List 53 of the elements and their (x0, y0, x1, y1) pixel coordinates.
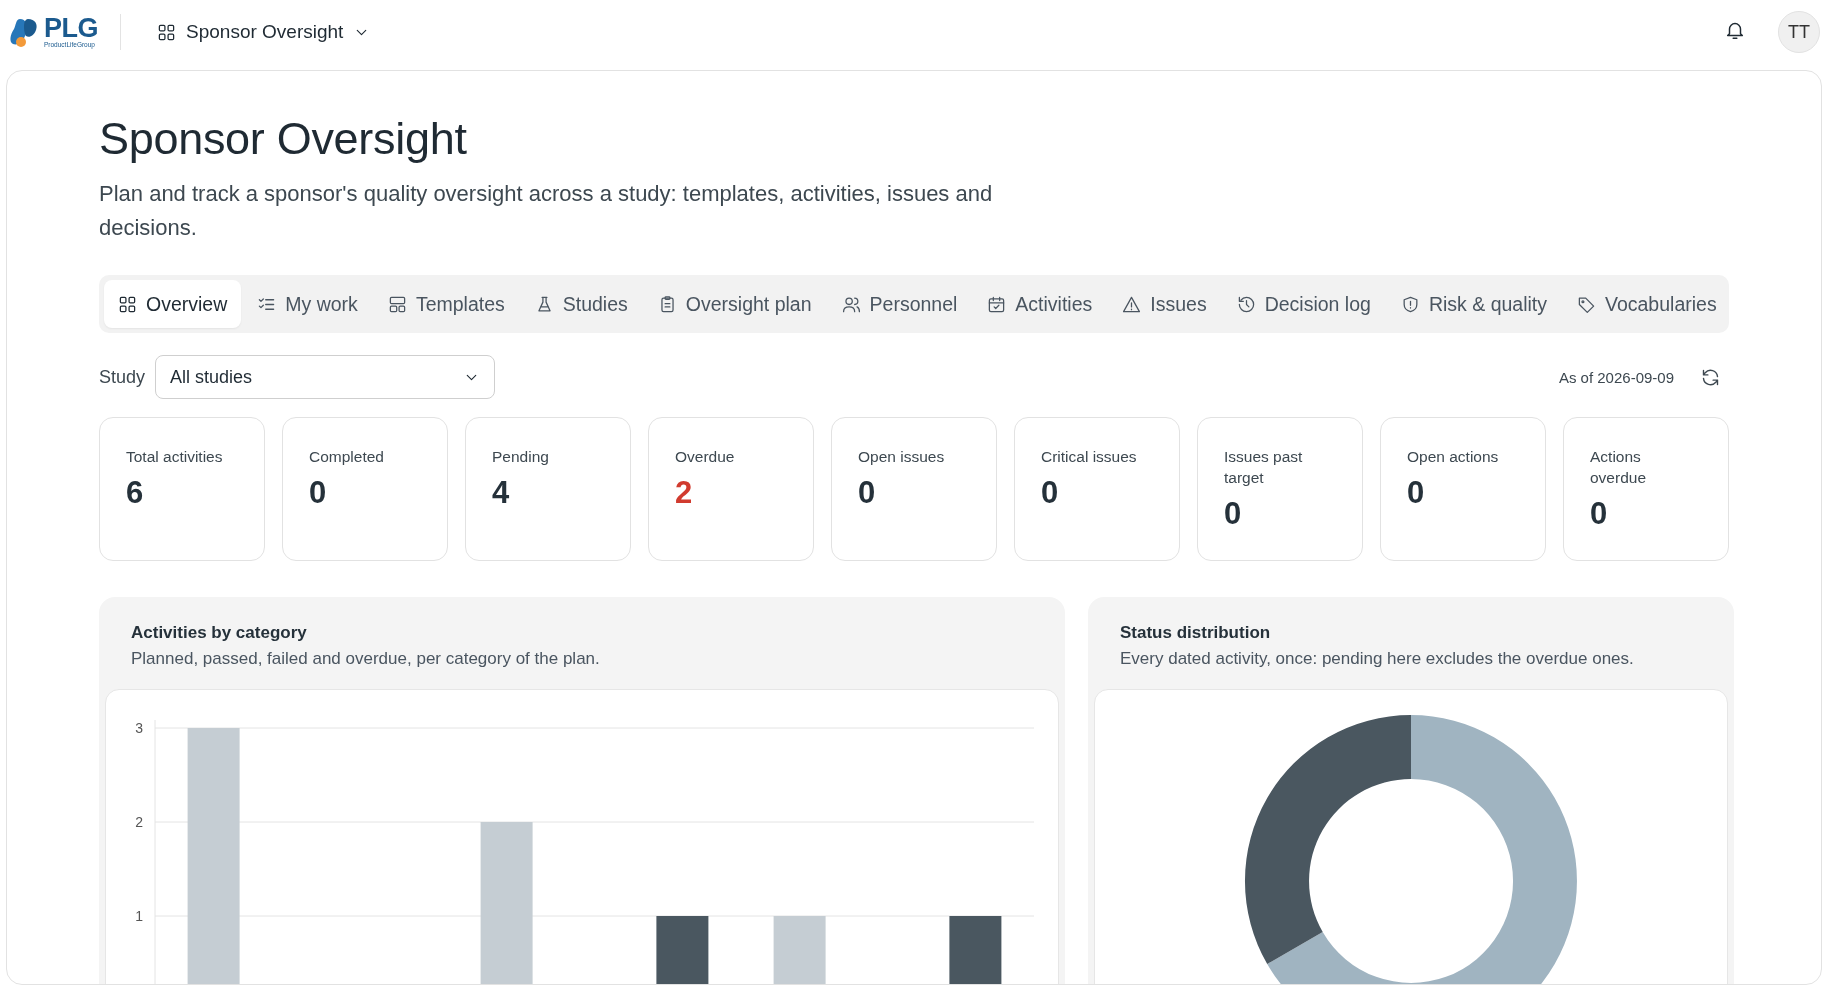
panel-subtitle: Planned, passed, failed and overdue, per category of the plan. (131, 649, 601, 669)
bar (949, 916, 1002, 984)
tab[interactable]: Oversight plan (643, 280, 826, 328)
stat-value: 0 (1041, 475, 1060, 511)
stat-label: Pending (492, 447, 550, 467)
stat-label: Critical issues (1041, 447, 1138, 467)
as-of-date: As of 2026-09-09 (1558, 368, 1674, 386)
brand-name: PLG (44, 15, 98, 43)
tab[interactable]: Templates (373, 280, 519, 328)
stat-label: Total activities (126, 447, 224, 467)
warning-icon (1122, 294, 1142, 314)
stat-value: 0 (1224, 496, 1243, 532)
axis-tick-label: 1 (135, 908, 143, 924)
tab[interactable]: Decision log (1222, 280, 1385, 328)
panel-title: Activities by category (131, 623, 308, 643)
grid-icon (118, 294, 137, 314)
stat-label: Issues past target (1224, 447, 1304, 488)
study-dropdown[interactable]: All studies (155, 355, 496, 399)
page-title: Sponsor Oversight (99, 113, 468, 165)
tab[interactable]: Vocabularies (1563, 280, 1731, 328)
tab[interactable]: Risk & quality (1386, 280, 1561, 328)
tab[interactable]: Issues (1108, 280, 1221, 328)
user-avatar[interactable]: TT (1778, 11, 1820, 53)
stat-value: 0 (309, 475, 328, 511)
tab[interactable]: Personnel (827, 280, 972, 328)
stat-value: 0 (858, 475, 877, 511)
stat-label: Completed (309, 447, 385, 467)
axis-tick-label: 2 (135, 814, 143, 830)
study-label: Study (99, 366, 146, 388)
stat-label: Open issues (858, 447, 946, 467)
panel-title: Status distribution (1120, 623, 1272, 643)
stat-label: Overdue (675, 447, 736, 467)
stat-label: Open actions (1407, 447, 1500, 467)
tab[interactable]: Overview (104, 280, 242, 328)
layout-icon (387, 294, 407, 314)
panel-subtitle: Every dated activity, once: pending here excludes the overdue ones. (1120, 649, 1635, 669)
bar (773, 916, 826, 984)
history-icon (1236, 294, 1256, 314)
tab[interactable]: My work (243, 280, 372, 328)
stat-value: 2 (675, 475, 694, 511)
stat-value: 0 (1590, 496, 1609, 532)
axis-tick-label: 3 (135, 720, 143, 736)
tab[interactable]: Activities (973, 280, 1107, 328)
stat-label: Actions overdue (1590, 447, 1647, 488)
bar (656, 916, 709, 984)
grid-icon (157, 22, 176, 42)
app-switcher[interactable]: Sponsor Oversight (145, 15, 383, 49)
page-subtitle: Plan and track a sponsor's quality oversight across a study: templates, activities, issues and decisions. (99, 180, 994, 242)
calendar-icon (987, 294, 1007, 314)
tab[interactable]: Studies (520, 280, 642, 328)
stat-value: 0 (1407, 475, 1426, 511)
stat-value: 4 (492, 475, 511, 511)
stat-value: 6 (126, 475, 145, 511)
